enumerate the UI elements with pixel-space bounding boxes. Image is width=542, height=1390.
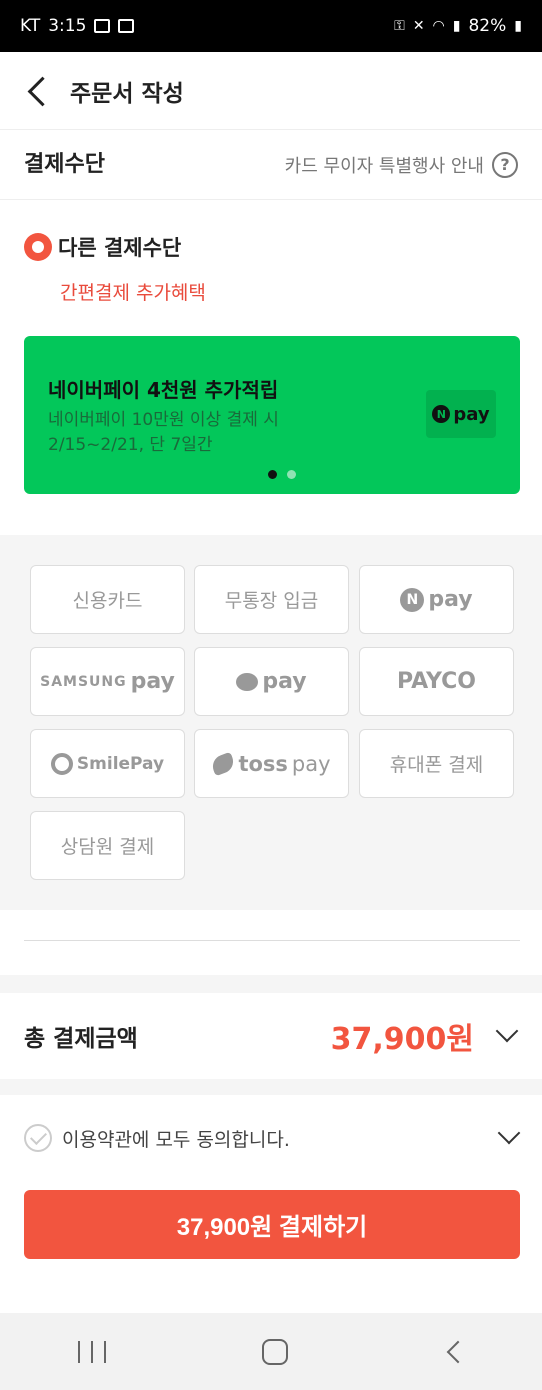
time-label: 3:15	[48, 16, 87, 36]
other-payment-radio[interactable]: 다른 결제수단	[24, 232, 181, 262]
bank-transfer-button[interactable]: 무통장 입금	[194, 565, 349, 634]
payco-button[interactable]: PAYCO	[359, 647, 514, 716]
battery-label: 82%	[468, 16, 507, 36]
speech-bubble-icon	[236, 672, 259, 691]
wifi-icon: ◠	[432, 18, 445, 34]
toss-label: toss	[238, 751, 288, 776]
promo-title: 네이버페이 4천원 추가적립	[48, 378, 279, 402]
carousel-indicator	[268, 470, 296, 479]
pay-button[interactable]: 37,900원 결제하기	[24, 1190, 520, 1259]
naver-pay-button[interactable]: N pay	[359, 565, 514, 634]
key-icon: ⚿	[394, 18, 405, 34]
counselor-payment-button[interactable]: 상담원 결제	[30, 811, 185, 880]
battery-icon: ▮	[514, 18, 522, 34]
carousel-dot-1[interactable]	[268, 470, 277, 479]
home-icon[interactable]	[262, 1338, 288, 1365]
naver-n-icon: N	[432, 405, 451, 423]
credit-card-label: 신용카드	[72, 590, 143, 612]
kakao-pay-label: pay	[262, 669, 307, 694]
info-link-label: 카드 무이자 특별행사 안내	[284, 155, 484, 177]
divider	[24, 940, 520, 941]
naver-pay-logo: N pay	[426, 390, 496, 438]
interest-free-info-link[interactable]: 카드 무이자 특별행사 안내 ?	[284, 151, 518, 178]
phone-payment-button[interactable]: 휴대폰 결제	[359, 729, 514, 798]
toss-pay-button[interactable]: toss pay	[194, 729, 349, 798]
kakao-pay-button[interactable]: pay	[194, 647, 349, 716]
carrier-label: KT	[20, 16, 41, 36]
system-nav-bar	[0, 1313, 542, 1390]
toss-pay-suffix: pay	[291, 751, 331, 776]
toss-icon	[210, 751, 237, 776]
checkbox-notification-icon	[118, 19, 135, 33]
section-gap	[0, 975, 542, 993]
phone-payment-label: 휴대폰 결제	[389, 754, 484, 776]
naver-pay-promo-banner[interactable]: 네이버페이 4천원 추가적립 네이버페이 10만원 이상 결제 시 2/15~2…	[24, 336, 520, 494]
naver-pay-label: pay	[428, 587, 473, 612]
samsung-pay-button[interactable]: SAMSUNG pay	[30, 647, 185, 716]
smile-icon	[50, 752, 73, 775]
smile-pay-button[interactable]: SmilePay	[30, 729, 185, 798]
bank-transfer-label: 무통장 입금	[224, 590, 319, 612]
promo-line-1: 네이버페이 10만원 이상 결제 시	[48, 410, 279, 430]
samsung-pay-brand: SAMSUNG pay	[40, 669, 175, 694]
signal-icon: ▮	[452, 18, 461, 34]
counselor-payment-label: 상담원 결제	[60, 836, 155, 858]
system-back-icon[interactable]	[444, 1342, 464, 1362]
payco-label: PAYCO	[396, 669, 477, 694]
section-title: 결제수단	[24, 151, 105, 177]
terms-agreement-label: 이용약관에 모두 동의합니다.	[62, 1128, 290, 1151]
benefit-text: 간편결제 추가혜택	[60, 282, 206, 304]
divider-area	[0, 910, 542, 975]
section-gap	[0, 1079, 542, 1095]
payment-section-header: 결제수단 카드 무이자 특별행사 안내 ?	[0, 130, 542, 200]
terms-agreement-row[interactable]: 이용약관에 모두 동의합니다.	[24, 1118, 520, 1158]
naver-n-icon: N	[400, 587, 425, 612]
recent-apps-icon[interactable]	[78, 1340, 106, 1363]
toss-pay-brand: toss pay	[210, 751, 331, 776]
carousel-dot-2[interactable]	[287, 470, 296, 479]
question-icon: ?	[492, 151, 518, 178]
smile-pay-brand: SmilePay	[50, 752, 165, 775]
chevron-down-icon[interactable]	[496, 1025, 518, 1047]
total-amount-row[interactable]: 총 결제금액 37,900원	[0, 993, 542, 1079]
total-label: 총 결제금액	[24, 1026, 138, 1052]
smile-pay-label: SmilePay	[76, 753, 165, 774]
samsung-pay-label: pay	[130, 669, 175, 694]
mute-icon: ✕	[412, 18, 425, 34]
status-bar: KT 3:15 ⚿ ✕ ◠ ▮ 82% ▮	[0, 0, 542, 52]
radio-selected-icon	[24, 233, 52, 261]
page-title: 주문서 작성	[70, 80, 184, 107]
promo-description: 네이버페이 10만원 이상 결제 시 2/15~2/21, 단 7일간	[48, 408, 279, 458]
other-payment-label: 다른 결제수단	[58, 236, 182, 260]
chevron-down-icon[interactable]	[498, 1127, 520, 1149]
app-bar: 주문서 작성	[0, 52, 542, 130]
samsung-label: SAMSUNG	[40, 673, 127, 690]
pay-wordmark: pay	[453, 403, 490, 425]
check-circle-icon[interactable]	[24, 1124, 52, 1152]
credit-card-button[interactable]: 신용카드	[30, 565, 185, 634]
total-amount: 37,900원	[330, 1022, 474, 1057]
back-arrow-icon[interactable]	[24, 77, 52, 105]
payment-method-grid: 신용카드 무통장 입금 N pay SAMSUNG pay pay PAYCO …	[0, 535, 542, 910]
gallery-icon	[94, 19, 111, 33]
promo-line-2: 2/15~2/21, 단 7일간	[48, 435, 213, 455]
naver-pay-brand: N pay	[400, 587, 473, 612]
kakao-pay-brand: pay	[236, 669, 307, 694]
